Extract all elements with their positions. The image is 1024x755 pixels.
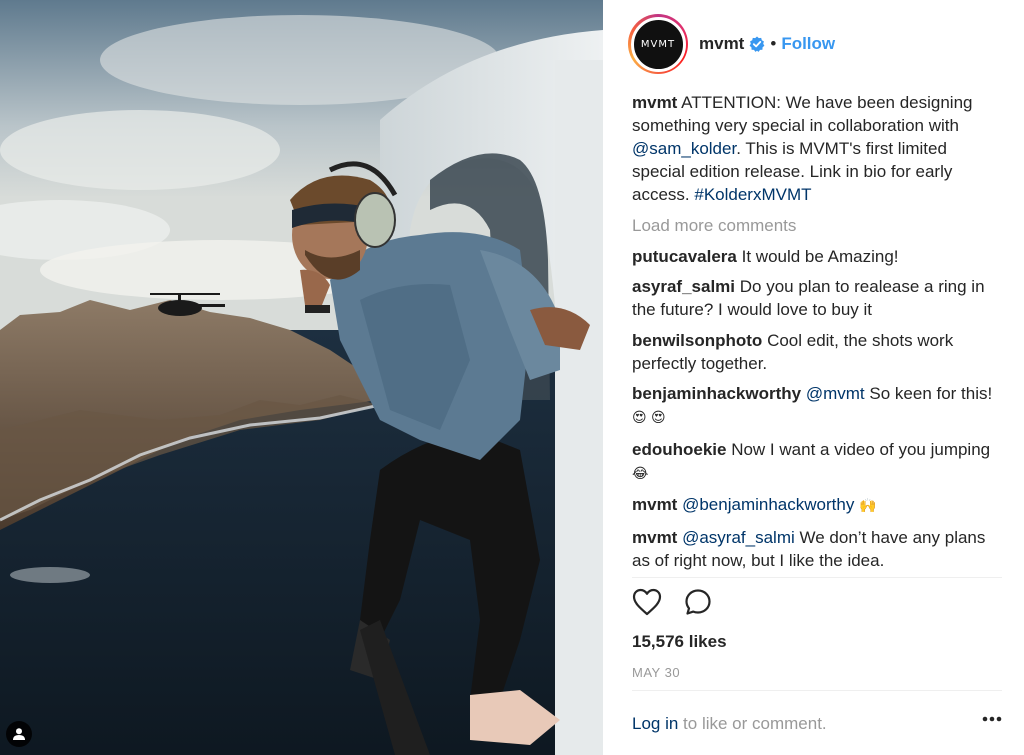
login-link[interactable]: Log in xyxy=(632,714,678,734)
photo-illustration xyxy=(0,0,603,755)
comment-item: putucavalera It would be Amazing! xyxy=(632,245,1002,268)
action-bar xyxy=(632,588,712,616)
likes-count[interactable]: 15,576 likes xyxy=(632,632,727,652)
avatar-logo-text: MVMT xyxy=(640,38,676,50)
comment-mention-link[interactable]: @asyraf_salmi xyxy=(682,528,795,547)
comment-mention-link[interactable]: @mvmt xyxy=(806,384,865,403)
raised-hands-emoji: 🙌 xyxy=(859,498,877,514)
ellipsis-icon[interactable] xyxy=(982,716,1002,722)
post-date[interactable]: MAY 30 xyxy=(632,665,680,680)
comment-item: mvmt @asyraf_salmi We don’t have any pla… xyxy=(632,526,1002,572)
comment-item: edouhoekie Now I want a video of you jum… xyxy=(632,438,1002,486)
post-photo[interactable] xyxy=(0,0,603,755)
heart-eyes-emoji: 😍 😍 xyxy=(632,410,666,426)
post-header: MVMT mvmt • Follow xyxy=(603,0,1024,88)
caption-username[interactable]: mvmt xyxy=(632,93,677,112)
comment-username[interactable]: asyraf_salmi xyxy=(632,277,735,296)
comment-item: benjaminhackworthy @mvmt So keen for thi… xyxy=(632,382,1002,430)
user-tag-button[interactable] xyxy=(6,721,32,747)
comment-username[interactable]: putucavalera xyxy=(632,247,737,266)
laughing-emoji: 😂 xyxy=(632,465,649,482)
follow-button[interactable]: Follow xyxy=(781,34,835,54)
comment-text: It would be Amazing! xyxy=(741,246,899,266)
comment-username[interactable]: benjaminhackworthy xyxy=(632,384,801,403)
user-tag-icon xyxy=(13,728,25,740)
post-side-panel: MVMT mvmt • Follow mvmt ATTENTION: We ha… xyxy=(603,0,1024,755)
verified-badge-icon xyxy=(749,36,765,52)
avatar-story-ring[interactable]: MVMT xyxy=(628,14,688,74)
avatar: MVMT xyxy=(630,16,686,72)
heart-icon[interactable] xyxy=(632,588,662,616)
comment-item: mvmt @benjaminhackworthy 🙌 xyxy=(632,493,1002,518)
header-separator-dot: • xyxy=(770,34,777,53)
comment-username[interactable]: mvmt xyxy=(632,528,677,547)
comment-item: asyraf_salmi Do you plan to realease a r… xyxy=(632,275,1002,321)
login-prompt-text: to like or comment. xyxy=(678,714,827,733)
load-more-comments-link[interactable]: Load more comments xyxy=(632,214,1002,237)
caption-hashtag-link[interactable]: #KolderxMVMT xyxy=(694,185,811,204)
comment-footer: Log in to like or comment. xyxy=(632,714,1002,734)
divider xyxy=(632,577,1002,578)
comment-text: So keen for this! xyxy=(869,384,993,403)
caption-text-1: ATTENTION: We have been designing someth… xyxy=(632,93,973,135)
comment-mention-link[interactable]: @benjaminhackworthy xyxy=(682,495,854,514)
comment-text: Now I want a video of you jumping xyxy=(731,439,991,459)
comment-item: benwilsonphoto Cool edit, the shots work… xyxy=(632,329,1002,375)
header-username[interactable]: mvmt xyxy=(699,34,744,54)
speech-bubble-icon[interactable] xyxy=(684,588,712,616)
divider xyxy=(632,690,1002,691)
caption: mvmt ATTENTION: We have been designing s… xyxy=(632,91,1002,206)
caption-mention-link[interactable]: @sam_kolder xyxy=(632,139,736,158)
comments-list: mvmt ATTENTION: We have been designing s… xyxy=(632,91,1002,577)
comment-username[interactable]: mvmt xyxy=(632,495,677,514)
comment-username[interactable]: benwilsonphoto xyxy=(632,331,762,350)
comment-username[interactable]: edouhoekie xyxy=(632,440,726,459)
